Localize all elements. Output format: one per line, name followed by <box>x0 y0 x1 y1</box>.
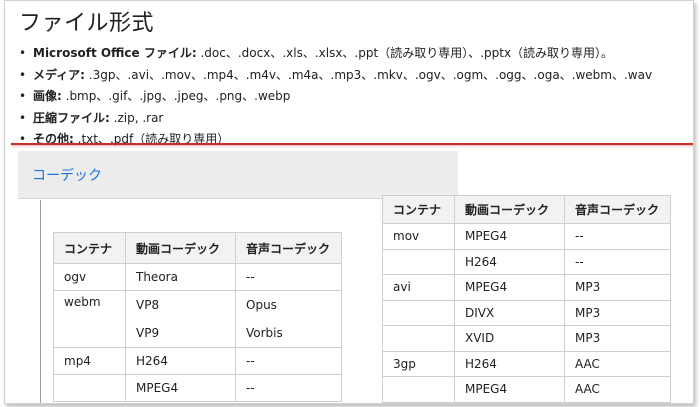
cell-video-codec: MPEG4 <box>454 274 565 301</box>
cell-video-codec: Theora <box>125 263 236 291</box>
cell-video-codec: H264 <box>454 248 565 275</box>
format-item-images: • 画像: .bmp、.gif、.jpg、.jpeg、.png、.webp <box>19 86 689 108</box>
cell-container: mov <box>382 223 455 250</box>
format-extensions: .doc、.docx、.xls、.xlsx、.ppt（読み取り専用）、.pptx… <box>196 46 614 60</box>
table-row: H264 -- <box>382 248 671 275</box>
cell-audio-codec: -- <box>564 248 671 275</box>
bullet-icon: • <box>19 89 27 103</box>
format-extensions: .3gp、.avi、.mov、.mp4、.m4v、.m4a、.mp3、.mkv、… <box>84 67 653 82</box>
cell-audio-codec: -- <box>235 347 342 375</box>
table-row: webm VP8 VP9 Opus Vorbis <box>53 290 342 348</box>
cell-audio-codec: Opus Vorbis <box>235 290 342 348</box>
cell-audio-codec: MP3 <box>564 299 671 326</box>
bullet-icon: • <box>19 67 27 82</box>
bullet-icon: • <box>19 46 27 60</box>
cell-container <box>382 325 455 352</box>
cell-video-codec: MPEG4 <box>454 223 565 250</box>
table-header-row: コンテナ 動画コーデック 音声コーデック <box>53 232 342 264</box>
cell-audio-codec-line: Vorbis <box>246 326 283 340</box>
cell-audio-codec: MP3 <box>564 274 671 301</box>
codec-section-title[interactable]: コーデック <box>32 165 102 185</box>
cell-audio-codec: MP3 <box>564 325 671 352</box>
cell-audio-codec-line: Opus <box>246 298 277 312</box>
bullet-icon: • <box>19 110 27 125</box>
format-label: 画像: <box>33 89 62 103</box>
cell-video-codec: DIVX <box>454 299 565 326</box>
table-row: MPEG4 -- <box>53 374 342 402</box>
table-row: avi MPEG4 MP3 <box>382 274 671 301</box>
cell-container: ogv <box>53 263 126 291</box>
screenshot-frame: ファイル形式 • Microsoft Office ファイル: .doc、.doc… <box>4 0 694 404</box>
table-row: ogv Theora -- <box>53 263 342 291</box>
cell-audio-codec: -- <box>235 374 342 402</box>
column-header-container: コンテナ <box>53 232 126 264</box>
cell-video-codec: H264 <box>125 347 236 375</box>
column-header-video-codec: 動画コーデック <box>454 195 565 224</box>
column-header-audio-codec: 音声コーデック <box>564 195 671 224</box>
table-row: MPEG4 AAC <box>382 376 671 403</box>
cell-audio-codec: AAC <box>564 350 671 377</box>
cell-audio-codec: -- <box>564 223 671 250</box>
cell-audio-codec: AAC <box>564 376 671 403</box>
cell-video-codec-line: VP8 <box>136 298 160 312</box>
table-row: 3gp H264 AAC <box>382 350 671 377</box>
bullet-icon: • <box>19 132 27 146</box>
format-label: Microsoft Office ファイル: <box>33 46 197 60</box>
cell-audio-codec: -- <box>235 263 342 291</box>
file-format-list: • Microsoft Office ファイル: .doc、.docx、.xls、… <box>19 43 689 151</box>
table-row: DIVX MP3 <box>382 299 671 326</box>
format-label: 圧縮ファイル: <box>33 110 110 125</box>
cell-video-codec: VP8 VP9 <box>125 290 236 348</box>
cell-container <box>382 299 455 326</box>
cell-video-codec: MPEG4 <box>125 374 236 402</box>
cell-container: 3gp <box>382 350 455 377</box>
cell-container: webm <box>53 290 126 348</box>
format-label: メディア: <box>33 67 85 82</box>
format-item-office: • Microsoft Office ファイル: .doc、.docx、.xls、… <box>19 43 689 65</box>
codec-table-left: コンテナ 動画コーデック 音声コーデック ogv Theora -- webm … <box>53 232 342 402</box>
codec-table-right: コンテナ 動画コーデック 音声コーデック mov MPEG4 -- H264 -… <box>382 195 671 403</box>
column-header-container: コンテナ <box>382 195 455 224</box>
cell-container <box>382 248 455 275</box>
cell-video-codec-line: VP9 <box>136 326 160 340</box>
format-extensions: .zip, .rar <box>109 110 164 125</box>
format-extensions: .bmp、.gif、.jpg、.jpeg、.png、.webp <box>61 89 291 103</box>
format-item-archives: • 圧縮ファイル: .zip, .rar <box>19 108 689 130</box>
cell-container <box>382 376 455 403</box>
cell-container <box>53 374 126 402</box>
table-row: mp4 H264 -- <box>53 347 342 375</box>
page-title: ファイル形式 <box>19 11 155 36</box>
red-divider-line <box>11 143 693 145</box>
table-header-row: コンテナ 動画コーデック 音声コーデック <box>382 195 671 224</box>
cell-container: mp4 <box>53 347 126 375</box>
cell-container: avi <box>382 274 455 301</box>
table-row: XVID MP3 <box>382 325 671 352</box>
cell-video-codec: MPEG4 <box>454 376 565 403</box>
cell-video-codec: XVID <box>454 325 565 352</box>
table-row: mov MPEG4 -- <box>382 223 671 250</box>
codec-section-header[interactable]: コーデック <box>18 151 458 199</box>
content-indent-line <box>40 200 41 403</box>
format-item-media: • メディア: .3gp、.avi、.mov、.mp4、.m4v、.m4a、.mp… <box>19 65 689 87</box>
cell-video-codec: H264 <box>454 350 565 377</box>
format-item-other: • その他: .txt、.pdf（読み取り専用） <box>19 129 689 151</box>
column-header-video-codec: 動画コーデック <box>125 232 236 264</box>
column-header-audio-codec: 音声コーデック <box>235 232 342 264</box>
